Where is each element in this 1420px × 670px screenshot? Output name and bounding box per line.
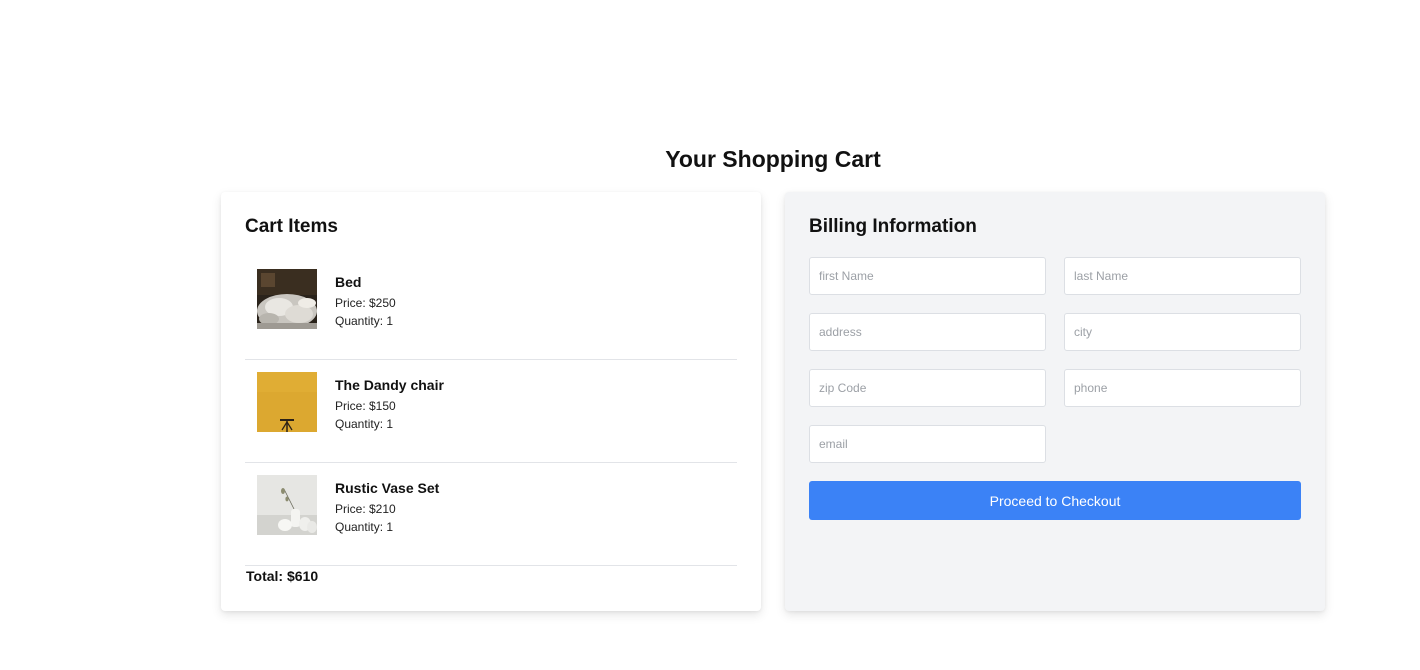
bed-image xyxy=(257,269,317,329)
cart-item: Rustic Vase Set Price: $210 Quantity: 1 xyxy=(245,463,737,566)
item-name: Bed xyxy=(335,274,362,290)
item-quantity: Quantity: 1 xyxy=(335,417,394,431)
billing-heading: Billing Information xyxy=(809,216,977,237)
cart-item: The Dandy chair Price: $150 Quantity: 1 xyxy=(245,360,737,463)
cart-total: Total: $610 xyxy=(246,568,319,584)
email-field[interactable] xyxy=(809,425,1046,463)
cart-heading: Cart Items xyxy=(245,216,338,237)
item-name: Rustic Vase Set xyxy=(335,480,440,496)
item-quantity: Quantity: 1 xyxy=(335,520,394,534)
chair-image xyxy=(257,372,317,432)
page: Your Shopping Cart Cart Items Bed Price:… xyxy=(0,0,1420,670)
cart-card: Cart Items Bed Price: $250 Quantity: 1 T… xyxy=(221,192,761,611)
item-info: Rustic Vase Set Price: $210 Quantity: 1 xyxy=(335,479,439,536)
item-price: Price: $250 xyxy=(335,296,396,310)
city-field[interactable] xyxy=(1064,313,1301,351)
cart-item: Bed Price: $250 Quantity: 1 xyxy=(245,257,737,360)
phone-field[interactable] xyxy=(1064,369,1301,407)
address-field[interactable] xyxy=(809,313,1046,351)
item-price: Price: $150 xyxy=(335,399,396,413)
item-quantity: Quantity: 1 xyxy=(335,314,394,328)
item-price: Price: $210 xyxy=(335,502,396,516)
item-name: The Dandy chair xyxy=(335,377,444,393)
item-info: The Dandy chair Price: $150 Quantity: 1 xyxy=(335,376,444,433)
page-title: Your Shopping Cart xyxy=(665,146,881,172)
proceed-to-checkout-button[interactable]: Proceed to Checkout xyxy=(809,481,1301,520)
item-info: Bed Price: $250 Quantity: 1 xyxy=(335,273,396,330)
billing-card: Billing Information Proceed to Checkout xyxy=(785,192,1325,611)
vase-image xyxy=(257,475,317,535)
last-name-field[interactable] xyxy=(1064,257,1301,295)
first-name-field[interactable] xyxy=(809,257,1046,295)
zip-code-field[interactable] xyxy=(809,369,1046,407)
